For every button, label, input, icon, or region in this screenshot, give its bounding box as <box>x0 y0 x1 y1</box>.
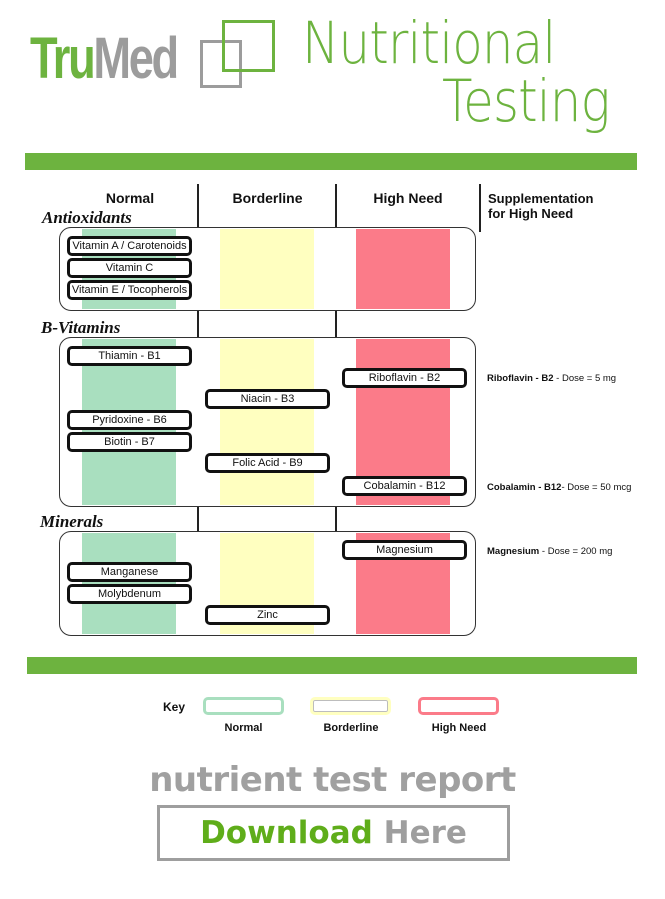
band-high-need <box>356 229 450 309</box>
nutrient-folic-acid-b9: Folic Acid - B9 <box>205 453 330 473</box>
column-divider <box>335 184 337 228</box>
nutrient-niacin-b3: Niacin - B3 <box>205 389 330 409</box>
header-high-need: High Need <box>373 190 443 206</box>
title-testing: Testing <box>442 67 610 135</box>
supplement-magnesium: Magnesium - Dose = 200 mg <box>487 546 612 557</box>
category-b-vitamins: B-Vitamins <box>41 318 121 337</box>
report-heading: nutrient test report <box>149 760 516 800</box>
brand-name-tru: Tru <box>30 26 96 91</box>
header-supplementation-line1: Supplementation <box>488 191 594 206</box>
header-normal: Normal <box>105 190 155 206</box>
supplement-dose: - Dose = 200 mg <box>539 546 613 557</box>
column-divider <box>197 184 199 228</box>
brand-name-med: Med <box>93 26 179 91</box>
header-borderline: Borderline <box>232 190 303 206</box>
nutrient-biotin-b7: Biotin - B7 <box>67 432 192 452</box>
top-divider-bar <box>25 153 637 170</box>
download-label: Download <box>200 815 373 851</box>
category-antioxidants: Antioxidants <box>42 208 132 227</box>
logo-square-green <box>222 20 275 72</box>
nutrient-riboflavin-b2: Riboflavin - B2 <box>342 368 467 388</box>
nutrient-vitamin-e: Vitamin E / Tocopherols <box>67 280 192 300</box>
key-swatch-high-need <box>418 697 499 715</box>
key-swatch-borderline <box>310 697 391 715</box>
download-button[interactable]: Download Here <box>157 805 510 861</box>
column-divider <box>335 506 337 532</box>
supplement-name: Magnesium <box>487 546 540 557</box>
nutrient-zinc: Zinc <box>205 605 330 625</box>
nutrient-magnesium: Magnesium <box>342 540 467 560</box>
nutrient-molybdenum: Molybdenum <box>67 584 192 604</box>
supplement-dose: - Dose = 50 mcg <box>561 482 632 493</box>
band-borderline <box>220 339 314 505</box>
header-supplementation-line2: for High Need <box>488 206 574 221</box>
key-label-borderline: Borderline <box>323 722 379 734</box>
band-borderline <box>220 229 314 309</box>
nutrient-manganese: Manganese <box>67 562 192 582</box>
title-nutritional: Nutritional <box>302 9 556 77</box>
nutrient-vitamin-a: Vitamin A / Carotenoids <box>67 236 192 256</box>
here-label: Here <box>372 815 467 851</box>
supplement-dose: - Dose = 5 mg <box>553 373 617 384</box>
key-swatch-normal <box>203 697 284 715</box>
supplement-riboflavin: Riboflavin - B2 - Dose = 5 mg <box>487 373 616 384</box>
header-supplementation: Supplementation for High Need <box>488 191 593 221</box>
key-label-normal: Normal <box>224 722 263 734</box>
nutrient-vitamin-c: Vitamin C <box>67 258 192 278</box>
supplement-name: Cobalamin - B12 <box>487 482 562 493</box>
category-minerals: Minerals <box>40 512 104 531</box>
supplement-cobalamin: Cobalamin - B12- Dose = 50 mcg <box>487 482 631 493</box>
nutrient-thiamin-b1: Thiamin - B1 <box>67 346 192 366</box>
brand-logo: TruMed <box>30 30 179 88</box>
column-divider <box>335 310 337 338</box>
column-divider <box>197 310 199 338</box>
key-title: Key <box>163 700 186 714</box>
bottom-divider-bar <box>27 657 637 674</box>
column-divider <box>479 184 481 232</box>
nutrient-pyridoxine-b6: Pyridoxine - B6 <box>67 410 192 430</box>
key-label-high-need: High Need <box>431 722 487 734</box>
supplement-name: Riboflavin - B2 <box>487 373 554 384</box>
column-divider <box>197 506 199 532</box>
nutrient-cobalamin-b12: Cobalamin - B12 <box>342 476 467 496</box>
